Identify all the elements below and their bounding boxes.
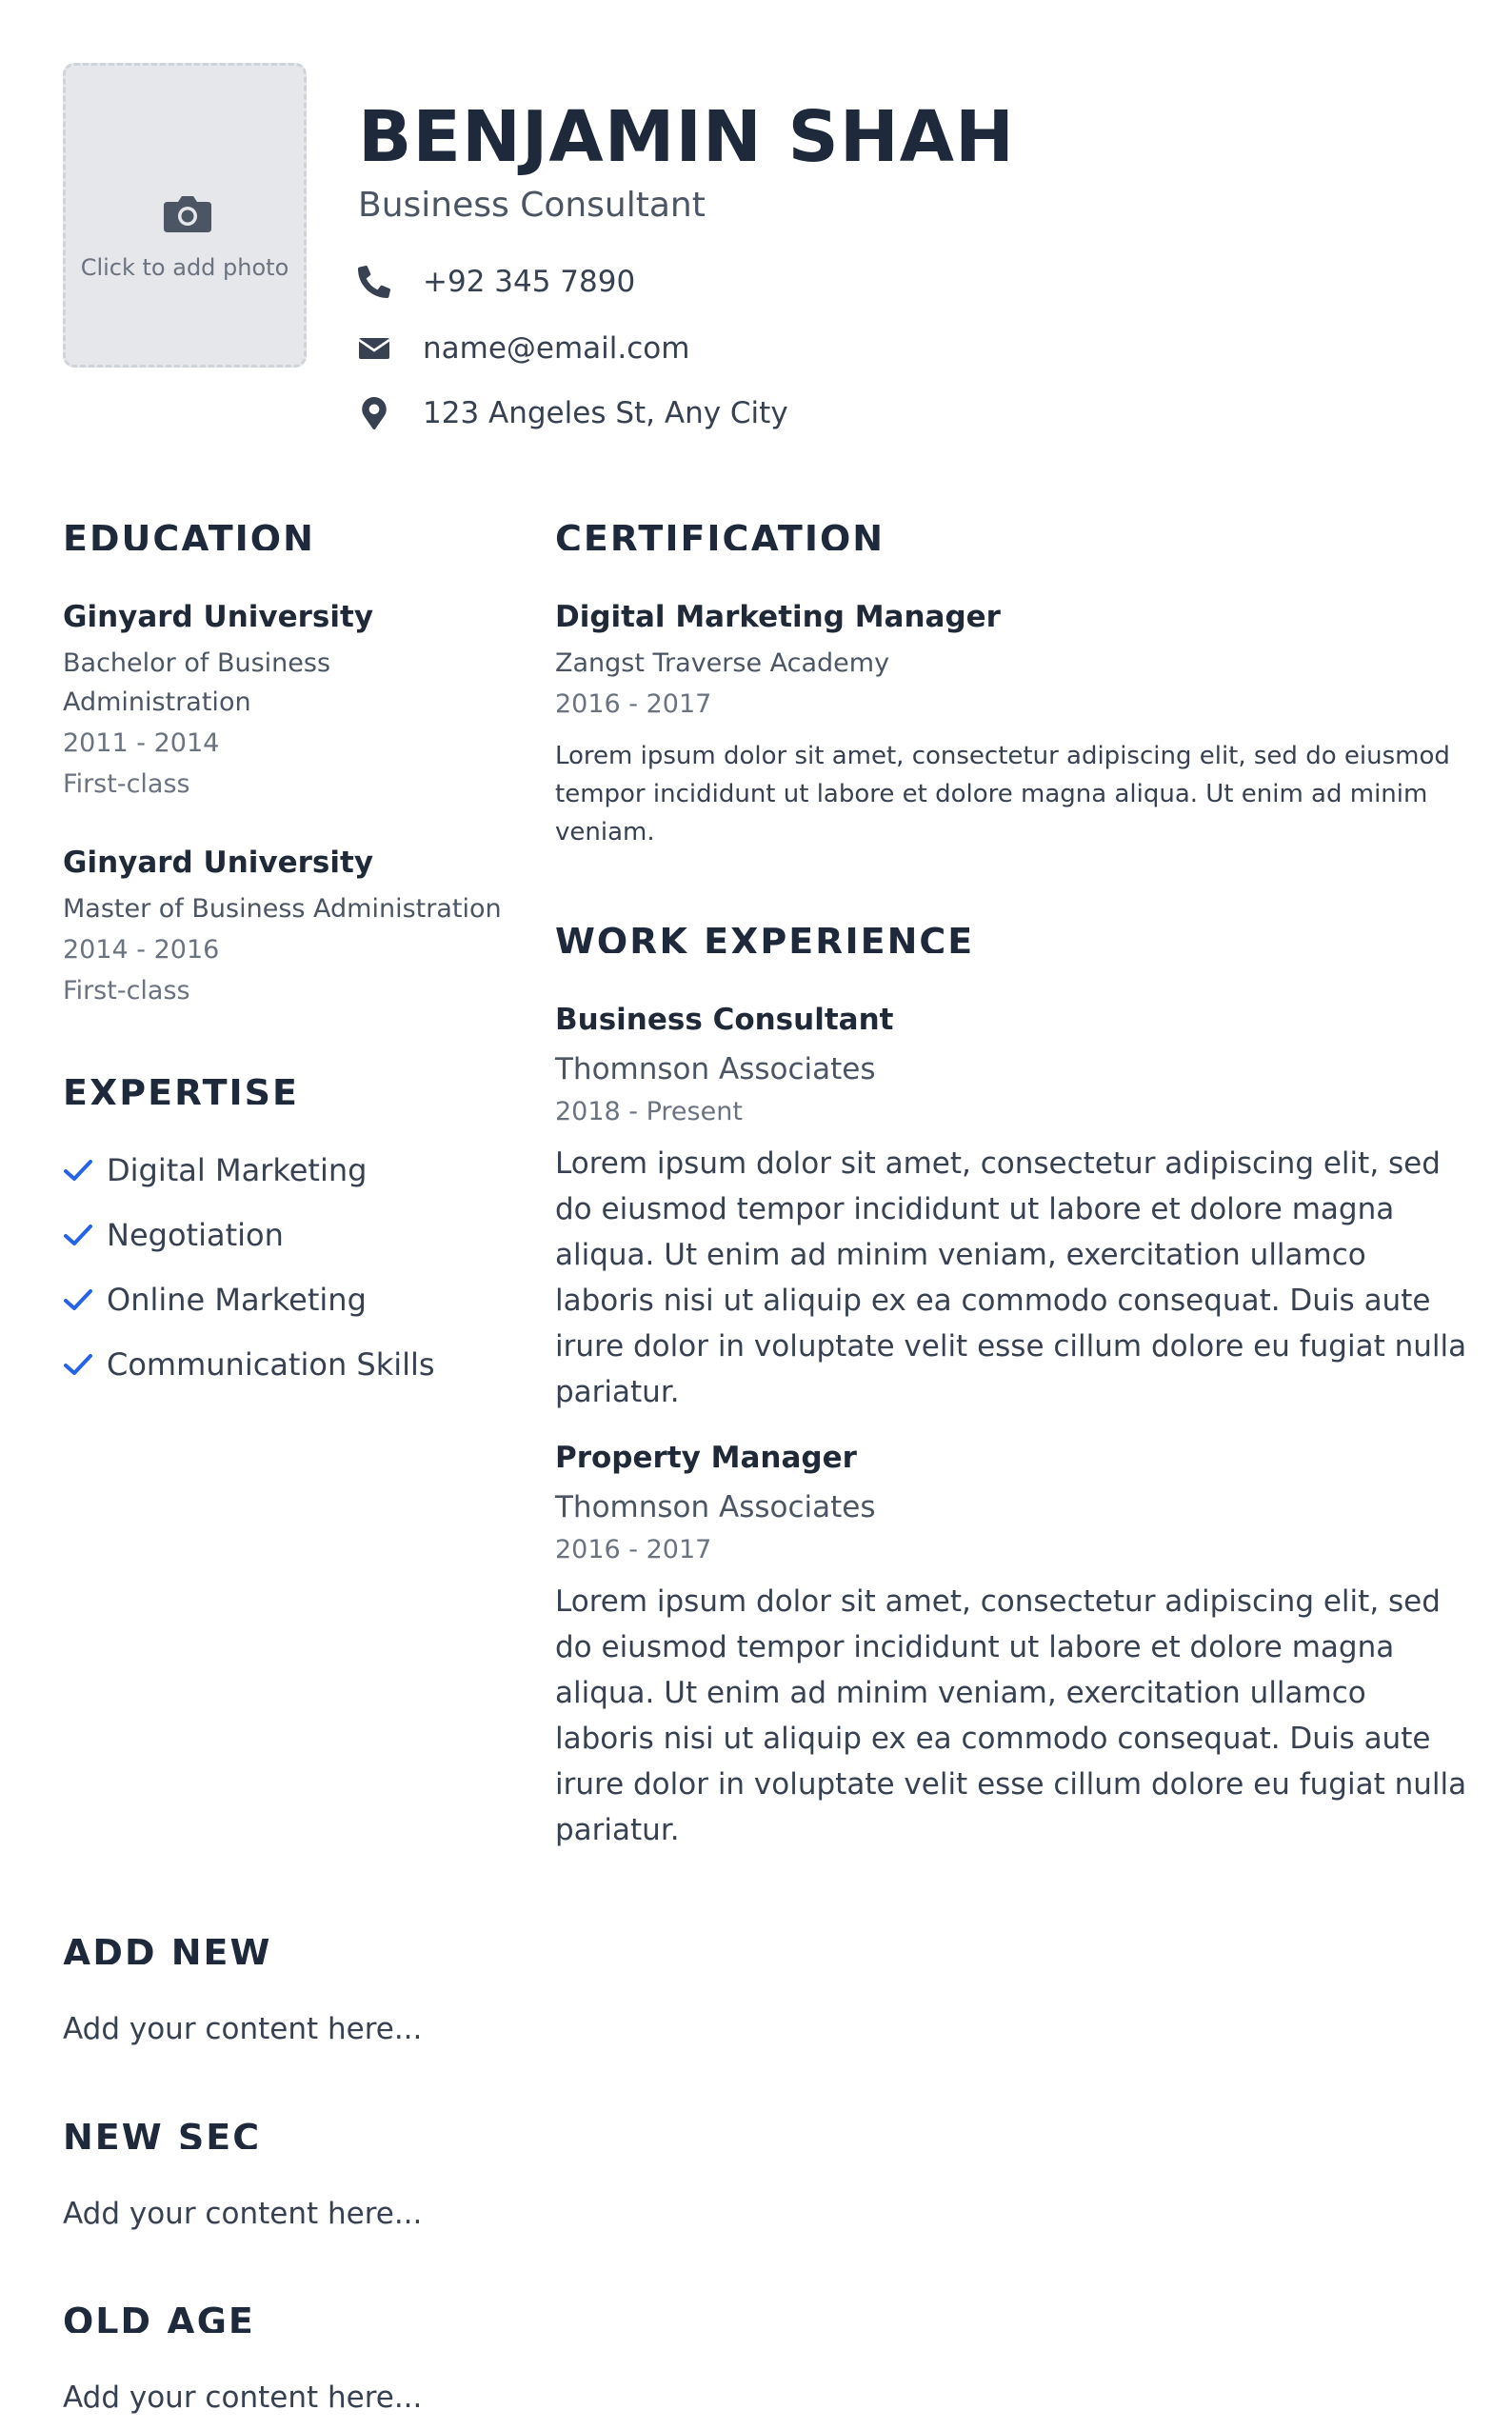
camera-icon: [164, 196, 211, 232]
email-text: name@email.com: [423, 331, 690, 366]
work-years: 2018 - Present: [555, 1097, 743, 1126]
education-grade: First-class: [63, 976, 190, 1006]
contact-phone[interactable]: +92 345 7890: [358, 261, 635, 303]
education-item[interactable]: Ginyard University Bachelor of Business …: [63, 598, 491, 804]
certification-name: Digital Marketing Manager: [555, 600, 1001, 634]
work-role: Business Consultant: [555, 1003, 894, 1037]
certification-issuer: Zangst Traverse Academy: [555, 648, 890, 678]
certification-years: 2016 - 2017: [555, 689, 712, 719]
expertise-title[interactable]: EXPERTISE: [63, 1068, 299, 1105]
envelope-icon: [358, 338, 390, 359]
custom-section-title[interactable]: NEW SEC: [63, 2113, 261, 2149]
work-description: Lorem ipsum dolor sit amet, consectetur …: [555, 1584, 1467, 1847]
education-school: Ginyard University: [63, 600, 374, 634]
education-school: Ginyard University: [63, 846, 374, 880]
certification-title[interactable]: CERTIFICATION: [555, 514, 885, 550]
expertise-list: Digital Marketing Negotiation Online Mar…: [63, 1138, 435, 1397]
check-icon: [64, 1225, 92, 1245]
contact-email[interactable]: name@email.com: [358, 328, 689, 369]
check-icon: [64, 1354, 92, 1375]
custom-section-title[interactable]: OLD AGE: [63, 2297, 255, 2333]
custom-section-content[interactable]: Add your content here...: [63, 2010, 422, 2048]
check-icon: [64, 1160, 92, 1181]
education-item[interactable]: Ginyard University Master of Business Ad…: [63, 844, 510, 1010]
certification-description: Lorem ipsum dolor sit amet, consectetur …: [555, 742, 1450, 847]
education-degree: Bachelor of Business: [63, 648, 331, 678]
work-experience-title[interactable]: WORK EXPERIENCE: [555, 917, 974, 953]
education-years: 2014 - 2016: [63, 935, 220, 965]
expertise-label: Online Marketing: [107, 1282, 367, 1318]
education-degree-cont: Administration: [63, 687, 251, 717]
address-text: 123 Angeles St, Any City: [423, 396, 788, 430]
phone-icon: [358, 266, 390, 298]
expertise-label: Communication Skills: [107, 1346, 435, 1383]
expertise-label: Digital Marketing: [107, 1152, 368, 1188]
work-company: Thomnson Associates: [555, 1490, 876, 1524]
education-degree: Master of Business Administration: [63, 894, 502, 924]
work-item[interactable]: Property Manager Thomnson Associates 201…: [555, 1439, 1469, 1853]
education-years: 2011 - 2014: [63, 728, 220, 758]
work-company: Thomnson Associates: [555, 1052, 876, 1086]
expertise-item[interactable]: Online Marketing: [63, 1267, 435, 1332]
certification-item[interactable]: Digital Marketing Manager Zangst Travers…: [555, 598, 1460, 851]
photo-upload-label: Click to add photo: [80, 254, 289, 281]
expertise-label: Negotiation: [107, 1217, 284, 1253]
work-years: 2016 - 2017: [555, 1535, 712, 1564]
expertise-item[interactable]: Digital Marketing: [63, 1138, 435, 1203]
phone-text: +92 345 7890: [423, 265, 636, 299]
custom-section-content[interactable]: Add your content here...: [63, 2379, 422, 2417]
expertise-item[interactable]: Negotiation: [63, 1203, 435, 1267]
contact-address[interactable]: 123 Angeles St, Any City: [358, 392, 788, 434]
location-pin-icon: [362, 397, 387, 429]
education-title[interactable]: EDUCATION: [63, 514, 315, 550]
work-description: Lorem ipsum dolor sit amet, consectetur …: [555, 1146, 1467, 1409]
education-grade: First-class: [63, 769, 190, 799]
work-role: Property Manager: [555, 1441, 857, 1475]
work-item[interactable]: Business Consultant Thomnson Associates …: [555, 1001, 1469, 1415]
custom-section-content[interactable]: Add your content here...: [63, 2195, 422, 2233]
custom-section-title[interactable]: ADD NEW: [63, 1928, 271, 1964]
photo-upload[interactable]: Click to add photo: [63, 63, 307, 368]
candidate-title[interactable]: Business Consultant: [358, 183, 706, 229]
check-icon: [64, 1289, 92, 1310]
candidate-name[interactable]: BENJAMIN SHAH: [358, 93, 1015, 181]
expertise-item[interactable]: Communication Skills: [63, 1332, 435, 1397]
